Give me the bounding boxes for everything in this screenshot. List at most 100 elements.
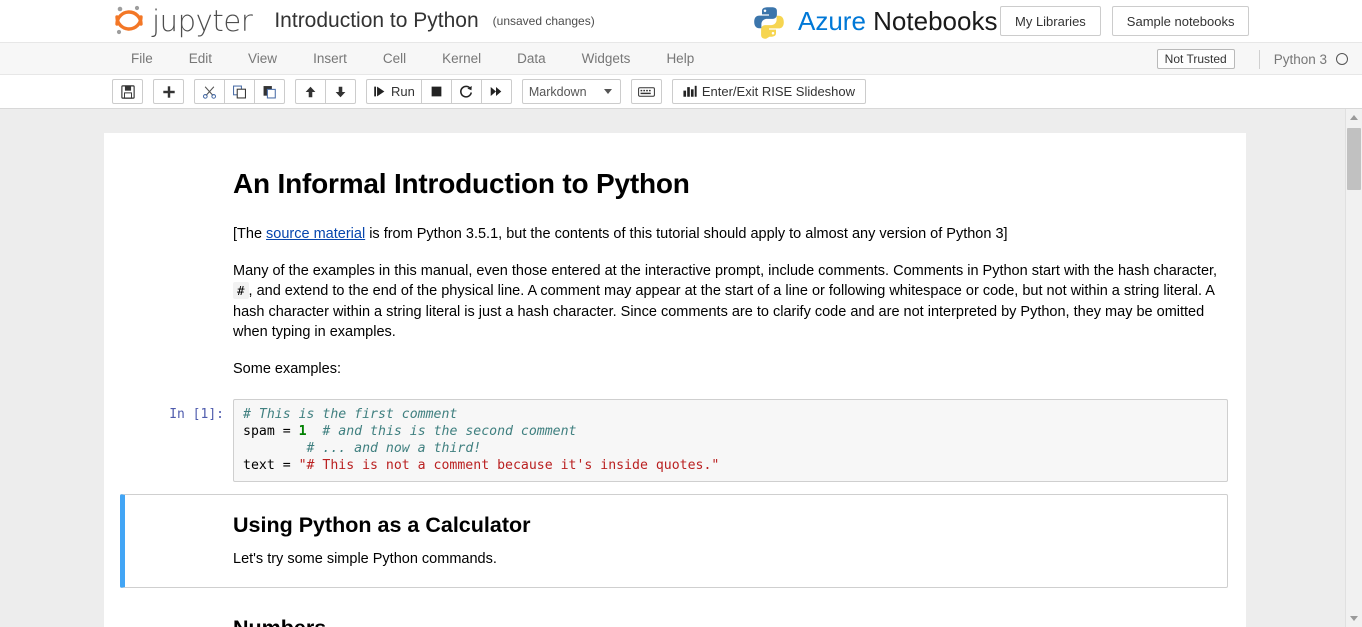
markdown-cell-numbers[interactable]: Numbers bbox=[104, 598, 1246, 627]
sample-notebooks-button[interactable]: Sample notebooks bbox=[1111, 6, 1250, 36]
stop-square-icon bbox=[431, 86, 442, 97]
save-status-label: (unsaved changes) bbox=[492, 14, 595, 28]
menu-widgets[interactable]: Widgets bbox=[564, 43, 649, 74]
menu-kernel[interactable]: Kernel bbox=[424, 43, 499, 74]
paragraph-part-1: Many of the examples in this manual, eve… bbox=[233, 262, 1218, 279]
save-button[interactable] bbox=[112, 79, 143, 104]
rise-slideshow-button[interactable]: Enter/Exit RISE Slideshow bbox=[671, 79, 867, 104]
source-material-paragraph: [The source material is from Python 3.5.… bbox=[233, 224, 1223, 245]
kernel-indicator[interactable]: Python 3 bbox=[1258, 49, 1362, 69]
code-cell-comments[interactable]: In [1]: # This is the first comment spam… bbox=[104, 398, 1246, 482]
move-cell-down-button[interactable] bbox=[325, 79, 356, 104]
bar-chart-icon bbox=[683, 85, 697, 97]
toolbar-group-run: Run bbox=[366, 79, 512, 104]
jupyter-brand[interactable]: jupyter bbox=[112, 4, 253, 38]
jupyter-logo-icon bbox=[115, 5, 143, 35]
numbers-heading: Numbers bbox=[233, 616, 1223, 627]
code-input-area[interactable]: # This is the first comment spam = 1 # a… bbox=[233, 398, 1228, 482]
menu-items: File Edit View Insert Cell Kernel Data W… bbox=[113, 43, 712, 74]
menu-bar: File Edit View Insert Cell Kernel Data W… bbox=[0, 43, 1362, 75]
toolbar-group-move bbox=[295, 79, 356, 104]
restart-kernel-button[interactable] bbox=[450, 79, 482, 104]
menu-file[interactable]: File bbox=[113, 43, 171, 74]
azure-notebooks-brand[interactable]: Azure Notebooks bbox=[752, 0, 997, 43]
menubar-right-group: Not Trusted Python 3 bbox=[1156, 43, 1362, 75]
run-step-icon bbox=[374, 86, 385, 97]
code-cell-prompt: In [1]: bbox=[169, 406, 224, 422]
code-line-4-string: "# This is not a comment because it's in… bbox=[298, 457, 720, 473]
calculator-heading: Using Python as a Calculator bbox=[233, 512, 531, 537]
cut-button[interactable] bbox=[194, 79, 225, 104]
move-cell-up-button[interactable] bbox=[295, 79, 326, 104]
jupyter-wordmark: jupyter bbox=[152, 4, 253, 38]
trust-status-badge[interactable]: Not Trusted bbox=[1156, 49, 1235, 69]
vertical-scrollbar[interactable] bbox=[1345, 109, 1362, 627]
app-header: jupyter Introduction to Python (unsaved … bbox=[0, 0, 1362, 43]
cell-type-select[interactable]: Markdown bbox=[521, 79, 621, 104]
notebook-toolbar: Run Markdown Enter/Exit RISE Slideshow bbox=[0, 75, 1362, 109]
page-title: An Informal Introduction to Python bbox=[233, 168, 690, 199]
code-line-2-number: 1 bbox=[298, 423, 307, 439]
code-line-4-plain1: text = bbox=[243, 457, 299, 473]
menu-view[interactable]: View bbox=[230, 43, 295, 74]
interrupt-kernel-button[interactable] bbox=[420, 79, 452, 104]
run-cell-button[interactable]: Run bbox=[366, 79, 422, 104]
source-material-link[interactable]: source material bbox=[266, 226, 365, 242]
toolbar-group-save bbox=[112, 79, 143, 104]
scrollbar-thumb[interactable] bbox=[1347, 128, 1361, 190]
menu-help[interactable]: Help bbox=[648, 43, 712, 74]
header-button-group: My Libraries Sample notebooks bbox=[1000, 6, 1250, 36]
markdown-cell-intro[interactable]: An Informal Introduction to Python [The … bbox=[104, 163, 1246, 385]
code-source: # This is the first comment spam = 1 # a… bbox=[243, 406, 1218, 474]
paste-button[interactable] bbox=[254, 79, 285, 104]
markdown-cell-calculator-body: Using Python as a Calculator Let's try s… bbox=[233, 513, 1209, 570]
azure-word-notebooks: Notebooks bbox=[865, 6, 998, 36]
rise-button-label: Enter/Exit RISE Slideshow bbox=[701, 84, 856, 99]
calculator-paragraph: Let's try some simple Python commands. bbox=[233, 550, 497, 567]
copy-icon bbox=[233, 85, 246, 98]
kernel-idle-circle-icon bbox=[1336, 53, 1348, 65]
chevron-down-icon bbox=[603, 89, 612, 94]
arrow-down-icon bbox=[335, 86, 346, 97]
code-line-1-comment: # This is the first comment bbox=[243, 406, 458, 422]
scroll-up-button[interactable] bbox=[1346, 109, 1362, 126]
toolbar-group-insert bbox=[153, 79, 184, 104]
arrow-up-icon bbox=[305, 86, 316, 97]
paragraph-part-2: , and extend to the end of the physical … bbox=[233, 283, 1215, 341]
scroll-down-button[interactable] bbox=[1346, 610, 1362, 627]
inline-code-hash: # bbox=[233, 282, 249, 300]
code-line-3-indent bbox=[243, 441, 307, 456]
code-line-2-plain1: spam = bbox=[243, 423, 299, 439]
markdown-cell-calculator[interactable]: Using Python as a Calculator Let's try s… bbox=[120, 493, 1228, 589]
some-examples-paragraph: Some examples: bbox=[233, 360, 341, 377]
azure-notebooks-wordmark: Azure Notebooks bbox=[798, 6, 997, 37]
menu-data[interactable]: Data bbox=[499, 43, 564, 74]
bracket-open-text: [The bbox=[233, 226, 267, 242]
notebook-panel: An Informal Introduction to Python [The … bbox=[104, 133, 1246, 627]
restart-and-run-all-button[interactable] bbox=[480, 79, 512, 104]
code-line-2-plain2 bbox=[307, 424, 323, 439]
menu-cell[interactable]: Cell bbox=[365, 43, 424, 74]
triangle-up-icon bbox=[1350, 115, 1358, 120]
markdown-cell-intro-body: An Informal Introduction to Python [The … bbox=[233, 168, 1223, 380]
menu-insert[interactable]: Insert bbox=[295, 43, 365, 74]
python-logo-icon bbox=[754, 6, 784, 39]
command-palette-button[interactable] bbox=[630, 79, 662, 104]
menu-edit[interactable]: Edit bbox=[171, 43, 230, 74]
my-libraries-button[interactable]: My Libraries bbox=[1000, 6, 1101, 36]
after-link-text: is from Python 3.5.1, but the contents o… bbox=[365, 226, 1008, 242]
notebook-scroll-area: An Informal Introduction to Python [The … bbox=[0, 109, 1362, 627]
restart-circle-icon bbox=[460, 85, 473, 98]
markdown-cell-numbers-body: Numbers bbox=[233, 616, 1223, 627]
fast-forward-icon bbox=[491, 87, 502, 96]
kernel-name-label: Python 3 bbox=[1273, 51, 1327, 67]
insert-cell-below-button[interactable] bbox=[153, 79, 184, 104]
plus-icon bbox=[162, 85, 175, 98]
scissors-icon bbox=[202, 85, 217, 99]
notebook-title[interactable]: Introduction to Python bbox=[274, 9, 478, 33]
code-line-3-comment: # ... and now a third! bbox=[306, 440, 482, 456]
copy-button[interactable] bbox=[224, 79, 255, 104]
comments-explanation-paragraph: Many of the examples in this manual, eve… bbox=[233, 261, 1223, 343]
paste-icon bbox=[263, 85, 276, 98]
cell-type-value: Markdown bbox=[528, 84, 587, 99]
